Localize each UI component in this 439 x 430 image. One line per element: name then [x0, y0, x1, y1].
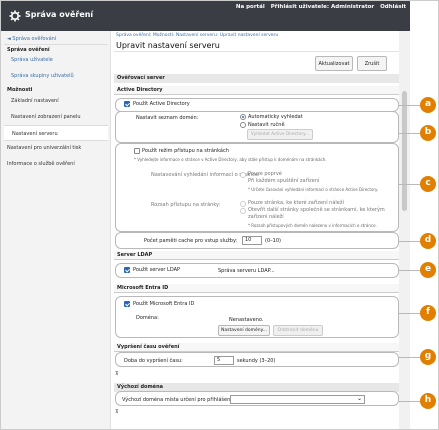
sidebar-item-server[interactable]: Nastavení serveru: [4, 125, 108, 141]
callout-e: e: [420, 262, 436, 278]
callout-a: a: [420, 97, 436, 113]
callout-b: b: [420, 125, 436, 141]
connector-f: [399, 313, 421, 314]
sidebar-back-link[interactable]: ◄ Správa ověřování: [7, 36, 56, 42]
title-divider: [114, 51, 405, 52]
update-button[interactable]: Aktualizovat: [315, 56, 353, 71]
cancel-button[interactable]: Zrušit: [357, 56, 387, 71]
header-links: Na portál Přihlásit uživatele: Administra…: [230, 4, 406, 10]
highlight-h: [115, 391, 399, 406]
subsection-active-directory: Active Directory: [114, 86, 405, 95]
browser-frame: Správa ověření Na portál Přihlásit uživat…: [0, 0, 439, 430]
highlight-d: [115, 232, 399, 249]
sidebar-item-panel[interactable]: Nastavení zobrazení panelu: [11, 114, 80, 120]
section-auth-server: Ověřovací server: [114, 74, 405, 83]
highlight-c: [115, 143, 399, 232]
portal-link[interactable]: Na portál: [236, 4, 265, 10]
highlight-a: [115, 98, 399, 112]
connector-d: [399, 241, 421, 242]
highlight-e: [115, 263, 399, 278]
gear-icon: [9, 10, 21, 22]
callout-f: f: [420, 305, 436, 321]
subsection-entra: Microsoft Entra ID: [114, 284, 405, 293]
sidebar-item-basic[interactable]: Základní nastavení: [11, 98, 59, 104]
sidebar-item-groups[interactable]: Správa skupiny uživatelů: [11, 73, 74, 79]
sidebar-item-universal-print[interactable]: Nastavení pro univerzální tisk: [7, 145, 81, 151]
callout-c: c: [420, 176, 436, 192]
scrollbar[interactable]: [399, 31, 410, 429]
connector-b: [399, 133, 421, 134]
highlight-g: [115, 352, 399, 367]
connector-e: [399, 270, 421, 271]
sidebar-divider: [4, 44, 108, 45]
callout-g: g: [420, 349, 436, 365]
highlight-b: [115, 111, 399, 143]
collapse-marker-2[interactable]: ⊼: [115, 409, 119, 415]
sidebar-item-service-info[interactable]: Informace o službě ověření: [7, 161, 75, 167]
subsection-ldap: Server LDAP: [114, 251, 405, 260]
scrollbar-thumb[interactable]: [402, 91, 407, 211]
sidebar: ◄ Správa ověřování Správa ověření Správa…: [1, 31, 111, 429]
app-title: Správa ověření: [25, 10, 94, 19]
collapse-marker[interactable]: ⊼: [115, 371, 119, 377]
callout-d: d: [420, 233, 436, 249]
sidebar-group-auth: Správa ověření: [7, 47, 50, 53]
connector-h: [399, 401, 421, 402]
page-title: Upravit nastavení serveru: [116, 41, 220, 50]
logout-link[interactable]: Odhlásit: [380, 4, 406, 10]
connector-a: [399, 105, 421, 106]
login-user-label: Přihlásit uživatele: Administrator: [270, 4, 375, 10]
callout-h: h: [420, 393, 436, 409]
top-bar: Správa ověření Na portál Přihlásit uživat…: [1, 1, 410, 31]
breadcrumb[interactable]: Správa ověření: Možnosti: Nastavení serv…: [116, 33, 278, 38]
connector-g: [399, 357, 421, 358]
subsection-timeout: Vypršení času ověření: [114, 343, 405, 352]
sidebar-item-users[interactable]: Správa uživatele: [11, 57, 53, 63]
connector-c: [399, 184, 421, 185]
sidebar-group-options: Možnosti: [7, 87, 33, 93]
highlight-f: [115, 296, 399, 338]
